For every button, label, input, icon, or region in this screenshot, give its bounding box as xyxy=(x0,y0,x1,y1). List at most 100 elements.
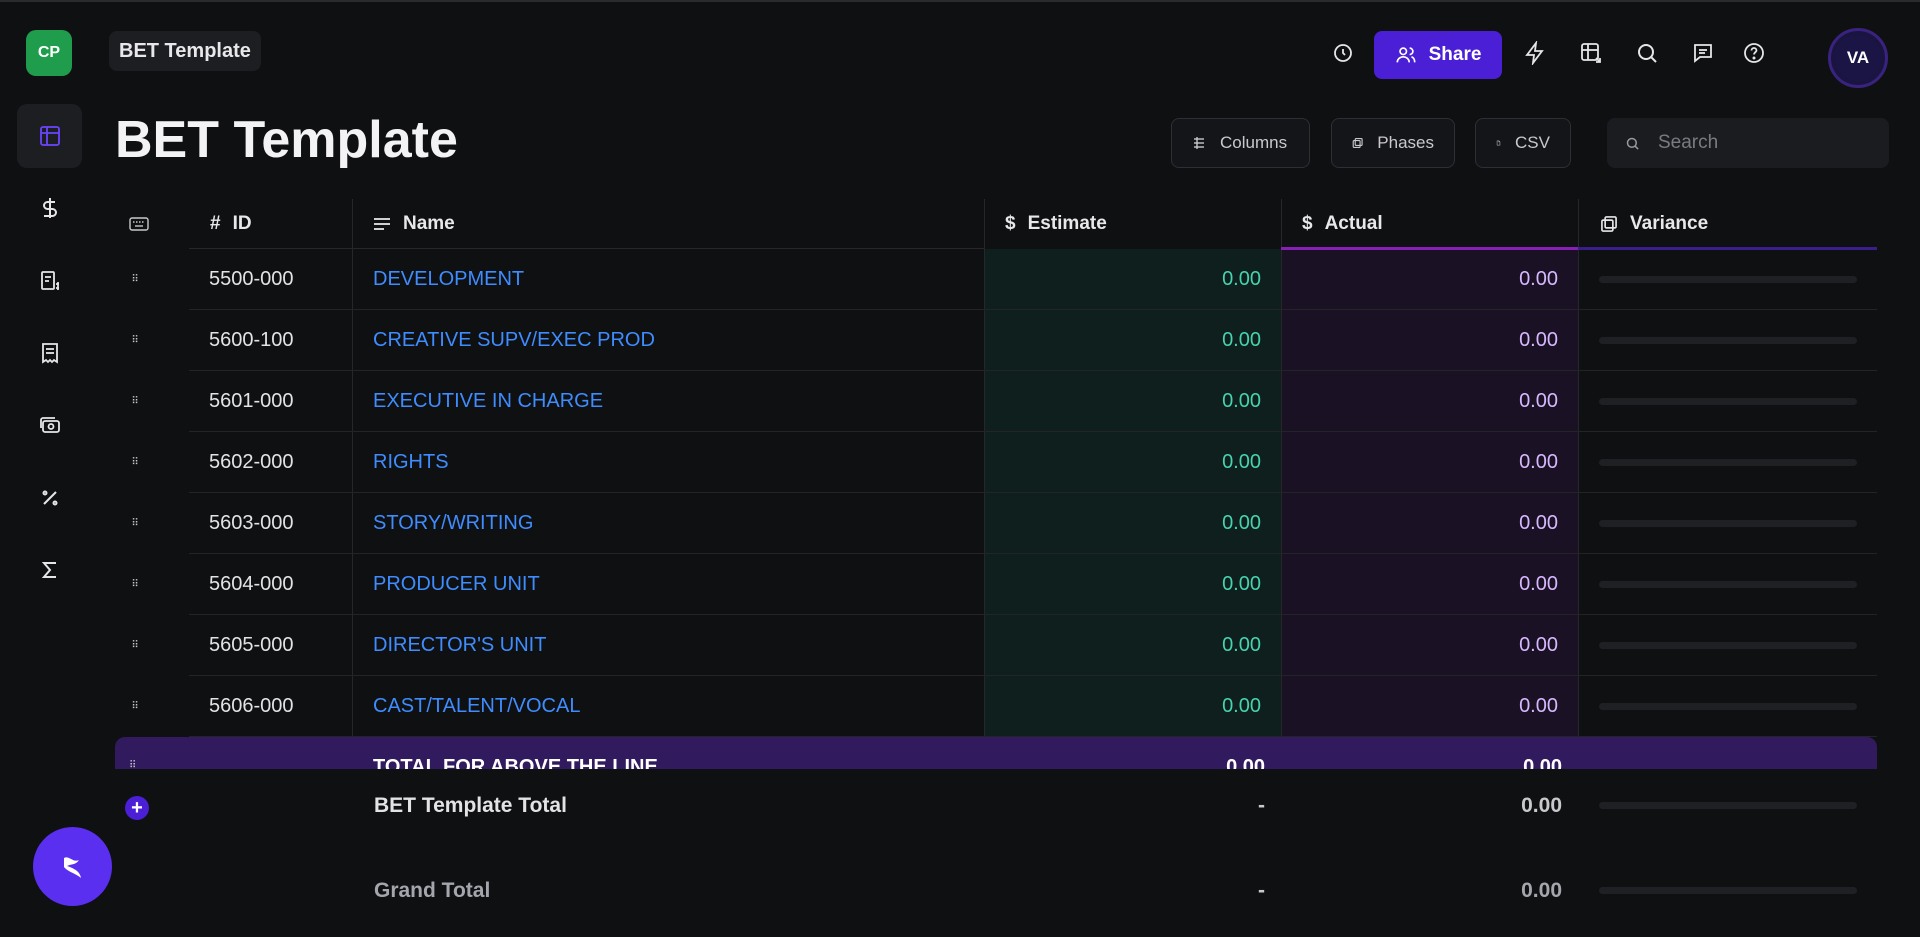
workspace-logo[interactable]: CP xyxy=(26,30,72,76)
columns-button[interactable]: Columns xyxy=(1171,118,1310,168)
row-variance-bar xyxy=(1599,337,1857,344)
search-input[interactable] xyxy=(1658,132,1868,154)
phases-button[interactable]: Phases xyxy=(1331,118,1455,168)
breadcrumb[interactable]: BET Template xyxy=(109,31,261,71)
automations-button[interactable] xyxy=(1518,36,1552,70)
row-id: 5602-000 xyxy=(209,451,294,473)
row-actual[interactable]: 0.00 xyxy=(1301,432,1558,493)
sigma-icon xyxy=(41,562,56,578)
lightning-icon xyxy=(1525,41,1544,65)
header-actual-label: Actual xyxy=(1324,213,1383,234)
hash-icon: # xyxy=(210,213,221,234)
text-lines-icon xyxy=(374,218,390,230)
header-name[interactable]: Name xyxy=(373,199,455,249)
dollar-icon xyxy=(42,198,57,218)
header-name-label: Name xyxy=(403,213,455,234)
sidebar-item-purchase-orders[interactable] xyxy=(17,249,82,313)
template-total-label: BET Template Total xyxy=(374,794,567,817)
header-estimate[interactable]: $ Estimate xyxy=(1005,199,1107,249)
row-name-link[interactable]: DIRECTOR'S UNIT xyxy=(373,615,546,676)
drag-handle-icon[interactable]: ⠿ xyxy=(127,576,143,592)
row-name-link[interactable]: RIGHTS xyxy=(373,432,449,493)
header-id[interactable]: # ID xyxy=(210,199,252,249)
search-button[interactable] xyxy=(1630,36,1664,70)
template-total-variance-bar xyxy=(1599,802,1857,809)
row-estimate[interactable]: 0.00 xyxy=(1004,554,1261,615)
grand-total-actual: 0.00 xyxy=(1521,879,1562,902)
row-actual[interactable]: 0.00 xyxy=(1301,249,1558,310)
row-name-link[interactable]: CAST/TALENT/VOCAL xyxy=(373,676,580,737)
add-row-button[interactable]: + xyxy=(125,796,149,820)
help-icon xyxy=(1744,43,1764,63)
help-button[interactable] xyxy=(1737,36,1771,70)
drag-handle-icon[interactable]: ⠿ xyxy=(127,515,143,531)
avatar-initials: VA xyxy=(1846,48,1870,67)
row-actual[interactable]: 0.00 xyxy=(1301,676,1558,737)
table-export-button[interactable] xyxy=(1574,36,1608,70)
row-variance-bar xyxy=(1599,581,1857,588)
table-grid-icon xyxy=(39,126,60,146)
row-id: 5605-000 xyxy=(209,634,294,656)
sidebar-item-grid[interactable] xyxy=(17,104,82,168)
section-total-estimate: 0.00 xyxy=(1226,756,1265,769)
row-estimate[interactable]: 0.00 xyxy=(1004,249,1261,310)
section-total-row[interactable]: TOTAL FOR ABOVE THE LINE 0.00 0.00 ⠿ xyxy=(115,737,1877,769)
sidebar-item-percent[interactable] xyxy=(17,466,82,530)
header-variance[interactable]: Variance xyxy=(1600,199,1708,249)
share-button[interactable]: Share xyxy=(1374,31,1502,79)
drag-handle-icon[interactable]: ⠿ xyxy=(127,271,143,287)
template-total-actual: 0.00 xyxy=(1521,794,1562,817)
share-label: Share xyxy=(1428,44,1482,65)
column-divider xyxy=(984,199,985,737)
row-actual[interactable]: 0.00 xyxy=(1301,310,1558,371)
clock-icon xyxy=(1334,44,1352,62)
row-estimate[interactable]: 0.00 xyxy=(1004,310,1261,371)
header-actual[interactable]: $ Actual xyxy=(1302,199,1383,249)
row-select-header[interactable] xyxy=(129,199,149,249)
row-actual[interactable]: 0.00 xyxy=(1301,493,1558,554)
search-icon xyxy=(1638,44,1657,63)
row-id: 5606-000 xyxy=(209,695,294,717)
row-actual[interactable]: 0.00 xyxy=(1301,554,1558,615)
comments-button[interactable] xyxy=(1686,36,1720,70)
search-box[interactable] xyxy=(1607,118,1889,168)
row-name-link[interactable]: DEVELOPMENT xyxy=(373,249,524,310)
column-divider xyxy=(1281,199,1282,737)
grand-total-estimate: - xyxy=(1258,879,1265,902)
row-estimate[interactable]: 0.00 xyxy=(1004,432,1261,493)
drag-handle-icon[interactable]: ⠿ xyxy=(127,332,143,348)
drag-handle-icon[interactable]: ⠿ xyxy=(129,761,136,770)
row-actual[interactable]: 0.00 xyxy=(1301,615,1558,676)
grand-total-label: Grand Total xyxy=(374,879,491,902)
sidebar-item-totals[interactable] xyxy=(17,538,82,602)
users-icon xyxy=(1396,47,1416,63)
csv-button[interactable]: CSV xyxy=(1475,118,1571,168)
row-name-link[interactable]: EXECUTIVE IN CHARGE xyxy=(373,371,603,432)
user-avatar[interactable]: VA xyxy=(1828,28,1888,88)
row-id: 5603-000 xyxy=(209,512,294,534)
drag-handle-icon[interactable]: ⠿ xyxy=(127,393,143,409)
row-name-link[interactable]: CREATIVE SUPV/EXEC PROD xyxy=(373,310,655,371)
drag-handle-icon[interactable]: ⠿ xyxy=(127,454,143,470)
assistant-button[interactable] xyxy=(33,827,112,906)
drag-handle-icon[interactable]: ⠿ xyxy=(127,698,143,714)
sidebar-item-payments[interactable] xyxy=(17,393,82,457)
section-total-label: TOTAL FOR ABOVE THE LINE xyxy=(373,756,658,769)
row-name-link[interactable]: STORY/WRITING xyxy=(373,493,533,554)
sidebar-item-invoices[interactable] xyxy=(17,321,82,385)
dollar-icon: $ xyxy=(1005,213,1016,234)
row-estimate[interactable]: 0.00 xyxy=(1004,615,1261,676)
history-button[interactable] xyxy=(1326,36,1360,70)
sidebar-item-budget[interactable] xyxy=(17,176,82,240)
row-estimate[interactable]: 0.00 xyxy=(1004,371,1261,432)
column-divider xyxy=(352,199,353,737)
row-variance-bar xyxy=(1599,398,1857,405)
header-estimate-label: Estimate xyxy=(1027,213,1107,234)
row-actual[interactable]: 0.00 xyxy=(1301,371,1558,432)
row-name-link[interactable]: PRODUCER UNIT xyxy=(373,554,540,615)
row-estimate[interactable]: 0.00 xyxy=(1004,676,1261,737)
budget-table: # ID Name $ Estimate $ Actual Variance ⠿… xyxy=(115,199,1877,739)
dollar-icon: $ xyxy=(1302,213,1313,234)
drag-handle-icon[interactable]: ⠿ xyxy=(127,637,143,653)
row-estimate[interactable]: 0.00 xyxy=(1004,493,1261,554)
